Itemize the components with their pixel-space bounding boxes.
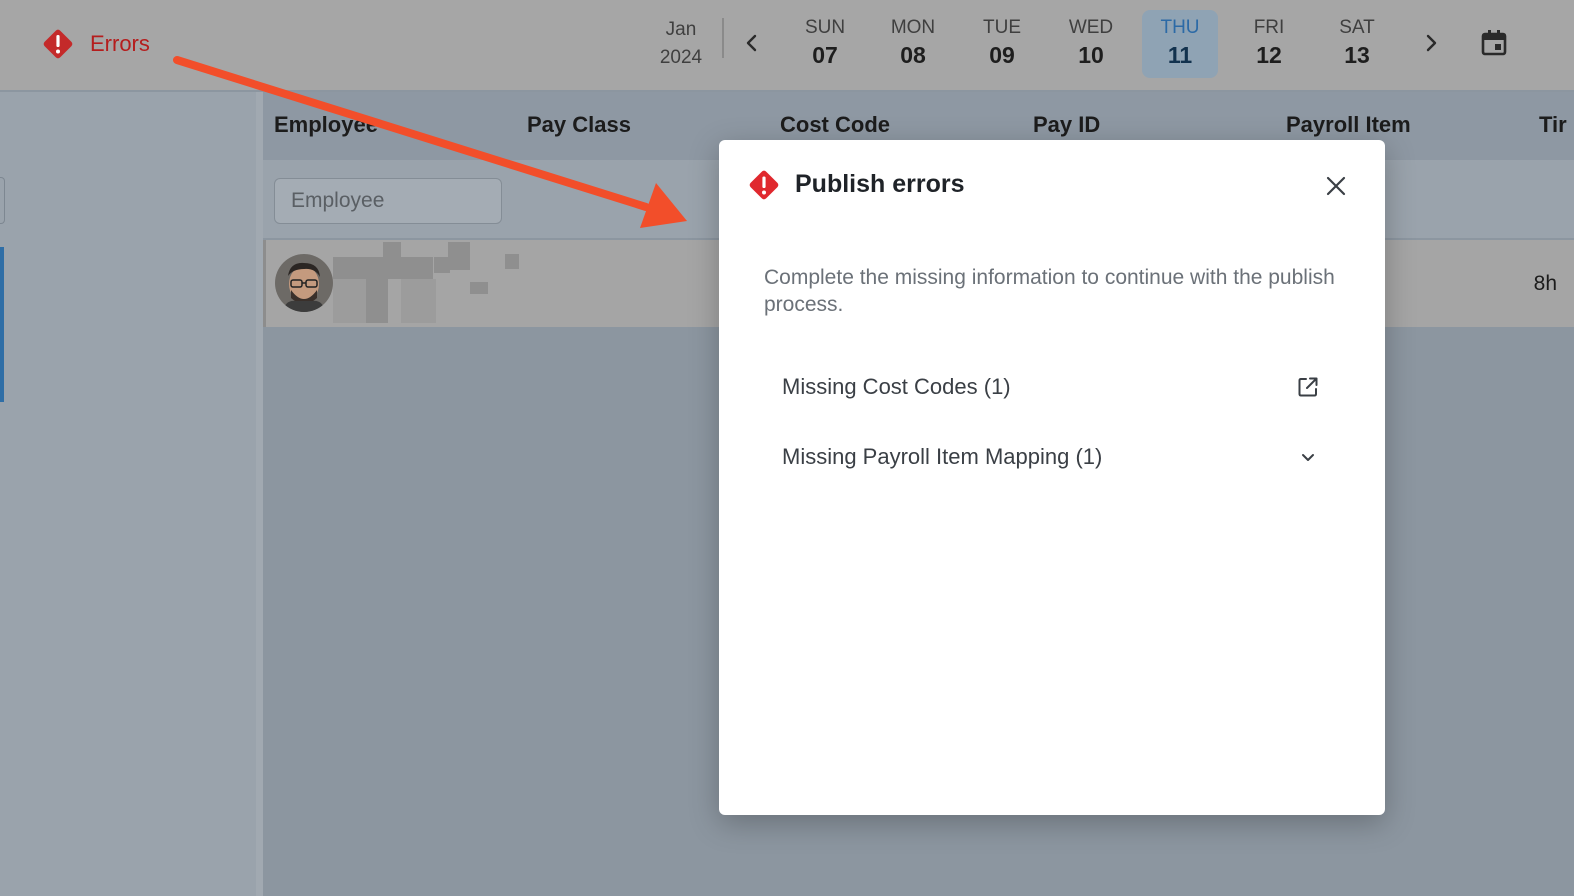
day-number: 09: [989, 42, 1015, 68]
chevron-right-icon[interactable]: [1418, 30, 1444, 56]
column-header-pay-class[interactable]: Pay Class: [527, 112, 631, 138]
error-diamond-icon: [43, 29, 73, 59]
column-header-time[interactable]: Tir: [1539, 112, 1567, 138]
user-photo: [275, 254, 333, 312]
day-sun[interactable]: SUN 07: [787, 10, 863, 78]
panel-divider[interactable]: [256, 92, 263, 896]
day-name: WED: [1068, 17, 1114, 38]
missing-payroll-item-mapping-item[interactable]: Missing Payroll Item Mapping (1): [764, 432, 1344, 482]
month-year: Jan 2024: [650, 16, 712, 72]
day-mon[interactable]: MON 08: [875, 10, 951, 78]
day-wed[interactable]: WED 10: [1053, 10, 1129, 78]
day-number: 11: [1167, 42, 1193, 68]
day-name: FRI: [1253, 17, 1285, 38]
column-header-cost-code[interactable]: Cost Code: [780, 112, 890, 138]
day-number: 07: [812, 42, 838, 68]
top-bar: Errors Jan 2024 SUN 07 MON 08 TUE 09 WED…: [0, 0, 1574, 90]
calendar-icon[interactable]: [1479, 28, 1509, 58]
day-number: 13: [1344, 42, 1370, 68]
dialog-description: Complete the missing information to cont…: [764, 266, 1335, 316]
employee-filter-input[interactable]: [274, 178, 502, 224]
day-name: SUN: [804, 17, 846, 38]
day-name: MON: [890, 17, 936, 38]
error-diamond-icon: [749, 170, 779, 200]
errors-button[interactable]: Errors: [40, 27, 150, 61]
day-name: THU: [1160, 17, 1200, 38]
missing-cost-codes-item[interactable]: Missing Cost Codes (1): [764, 362, 1344, 412]
chevron-down-icon[interactable]: [1296, 445, 1320, 469]
date-separator: [722, 18, 724, 58]
close-icon[interactable]: [1323, 173, 1349, 199]
day-name: SAT: [1339, 17, 1375, 38]
day-sat[interactable]: SAT 13: [1319, 10, 1395, 78]
day-number: 10: [1078, 42, 1104, 68]
column-header-pay-id[interactable]: Pay ID: [1033, 112, 1100, 138]
dialog-title: Publish errors: [795, 170, 965, 198]
error-item-label: Missing Payroll Item Mapping (1): [782, 444, 1103, 469]
active-indicator: [0, 247, 4, 402]
column-header-payroll-item[interactable]: Payroll Item: [1286, 112, 1411, 138]
chevron-left-icon[interactable]: [739, 30, 765, 56]
day-thu-selected[interactable]: THU 11: [1142, 10, 1218, 78]
collapsed-control[interactable]: [0, 177, 5, 224]
day-fri[interactable]: FRI 12: [1231, 10, 1307, 78]
day-tue[interactable]: TUE 09: [964, 10, 1040, 78]
hours-cell: 8h: [1533, 272, 1557, 295]
day-name: TUE: [983, 17, 1021, 38]
day-number: 08: [900, 42, 926, 68]
errors-label: Errors: [90, 31, 150, 56]
error-item-label: Missing Cost Codes (1): [782, 374, 1011, 399]
avatar: [275, 254, 333, 312]
external-link-icon[interactable]: [1296, 375, 1320, 399]
column-header-employee[interactable]: Employee: [274, 112, 378, 138]
month-label: Jan: [665, 19, 697, 40]
day-number: 12: [1256, 42, 1282, 68]
left-panel: [0, 92, 256, 896]
year-label: 2024: [659, 47, 703, 68]
publish-errors-dialog: Publish errors Complete the missing info…: [719, 140, 1385, 815]
